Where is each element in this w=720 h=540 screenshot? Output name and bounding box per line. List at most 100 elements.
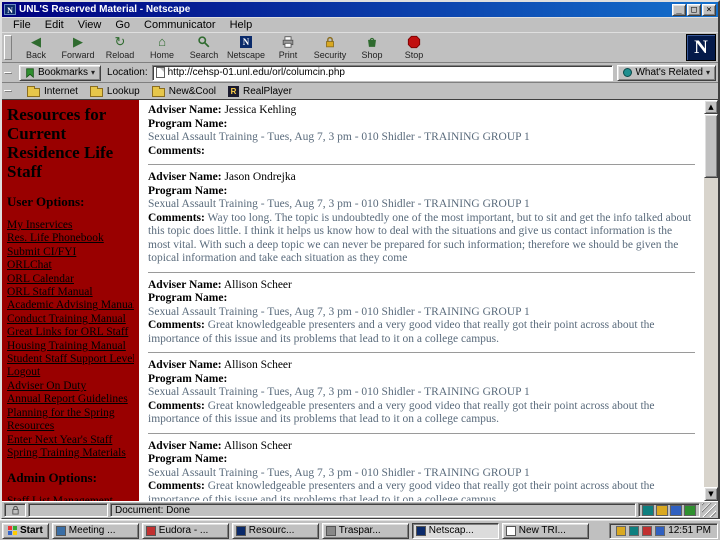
- bookmarks-button[interactable]: Bookmarks ▾: [19, 64, 102, 81]
- reload-button[interactable]: ↻ Reload: [99, 34, 141, 61]
- forward-icon: ▶: [73, 34, 83, 49]
- shop-button[interactable]: Shop: [351, 34, 393, 61]
- stop-button[interactable]: Stop: [393, 34, 435, 61]
- menu-go[interactable]: Go: [108, 18, 137, 32]
- page-title: Resources for Current Residence Life Sta…: [7, 105, 114, 181]
- sidebar-link-resources[interactable]: Resources: [7, 420, 134, 433]
- app-icon: [325, 525, 336, 536]
- personal-item-newcool[interactable]: New&Cool: [151, 85, 216, 97]
- menu-view[interactable]: View: [71, 18, 109, 32]
- location-label: Location:: [107, 67, 148, 78]
- whats-related-button[interactable]: What's Related ▾: [617, 64, 716, 81]
- netscape-logo[interactable]: N: [686, 34, 716, 61]
- admin-options-heading: Admin Options:: [7, 470, 97, 486]
- sidebar-link-orlchat[interactable]: ORLChat: [7, 259, 134, 272]
- shop-icon: [365, 35, 379, 49]
- windows-taskbar: Start Meeting ... Eudora - ... Resourc..…: [0, 520, 720, 540]
- taskbar-item-meeting[interactable]: Meeting ...: [51, 522, 139, 539]
- navigator-icon[interactable]: [642, 504, 654, 516]
- adviser-name-label: Adviser Name:: [148, 104, 222, 116]
- menu-communicator[interactable]: Communicator: [137, 18, 223, 32]
- sidebar-link-submit-ci-fyi[interactable]: Submit CI/FYI: [7, 246, 134, 259]
- network-icon[interactable]: [655, 525, 666, 536]
- window-title: UNL'S Reserved Material - Netscape: [19, 4, 191, 15]
- entry-divider: [148, 271, 695, 273]
- scroll-up-button[interactable]: ▲: [704, 100, 718, 114]
- sidebar: Resources for Current Residence Life Sta…: [2, 100, 139, 501]
- taskbar-item-eudora[interactable]: Eudora - ...: [141, 522, 229, 539]
- sidebar-link-logout[interactable]: Logout: [7, 366, 134, 379]
- page-icon[interactable]: [155, 67, 165, 78]
- url-field-container: [151, 64, 614, 81]
- home-button[interactable]: ⌂ Home: [141, 34, 183, 61]
- sidebar-link-next-years-staff[interactable]: Enter Next Year's Staff: [7, 434, 134, 447]
- mailbox-icon[interactable]: [656, 504, 668, 516]
- sidebar-link-my-inservices[interactable]: My Inservices: [7, 219, 134, 232]
- forward-button[interactable]: ▶ Forward: [57, 34, 99, 61]
- menu-help[interactable]: Help: [223, 18, 260, 32]
- netscape-n-icon: N: [240, 35, 252, 49]
- scrollbar-thumb[interactable]: [704, 114, 718, 178]
- start-button[interactable]: Start: [2, 522, 49, 539]
- sidebar-link-support-levels[interactable]: Student Staff Support Levels: [7, 353, 134, 366]
- url-input[interactable]: [167, 66, 610, 79]
- taskbar-item-resources[interactable]: Resourc...: [231, 522, 319, 539]
- maximize-button[interactable]: □: [687, 3, 701, 16]
- main-content: Adviser Name: Jessica Kehling Program Na…: [139, 100, 704, 501]
- sidebar-link-orl-staff-manual[interactable]: ORL Staff Manual: [7, 286, 134, 299]
- search-button[interactable]: Search: [183, 34, 225, 61]
- print-button[interactable]: Print: [267, 34, 309, 61]
- sidebar-link-orl-calendar[interactable]: ORL Calendar: [7, 273, 134, 286]
- adviser-name-label: Adviser Name:: [148, 171, 222, 183]
- menu-file[interactable]: File: [6, 18, 38, 32]
- sidebar-link-adviser-on-duty[interactable]: Adviser On Duty: [7, 380, 134, 393]
- feedback-entry: Adviser Name: Allison Scheer Program Nam…: [148, 440, 695, 502]
- locbar-collapse-handle[interactable]: [4, 71, 12, 74]
- taskbar-item-traspar[interactable]: Traspar...: [321, 522, 409, 539]
- minimize-button[interactable]: _: [672, 3, 686, 16]
- user-options-heading: User Options:: [7, 194, 85, 209]
- sidebar-link-spring-training[interactable]: Spring Training Materials: [7, 447, 134, 460]
- comments-text: Great knowledgeable presenters and a ver…: [148, 480, 655, 501]
- sidebar-link-housing-training[interactable]: Housing Training Manual: [7, 340, 134, 353]
- taskbar-item-new-tri[interactable]: New TRI...: [501, 522, 589, 539]
- personal-item-realplayer[interactable]: R RealPlayer: [227, 85, 292, 97]
- back-button[interactable]: ◀ Back: [15, 34, 57, 61]
- program-name: Sexual Assault Training - Tues, Aug 7, 3…: [148, 198, 530, 210]
- sidebar-link-planning-spring[interactable]: Planning for the Spring: [7, 407, 134, 420]
- personal-item-internet[interactable]: Internet: [27, 85, 78, 97]
- security-indicator[interactable]: [4, 503, 26, 517]
- folder-icon: [89, 85, 103, 97]
- windows-logo-icon: [8, 526, 17, 535]
- close-button[interactable]: ×: [702, 3, 716, 16]
- security-button[interactable]: Security: [309, 34, 351, 61]
- sidebar-link-conduct-training[interactable]: Conduct Training Manual: [7, 313, 134, 326]
- composer-icon[interactable]: [684, 504, 696, 516]
- sidebar-link-phonebook[interactable]: Res. Life Phonebook: [7, 232, 134, 245]
- netscape-button[interactable]: N Netscape: [225, 34, 267, 61]
- persbar-collapse-handle[interactable]: [4, 90, 12, 92]
- taskbar-item-netscape[interactable]: Netscap...: [411, 522, 499, 539]
- menu-edit[interactable]: Edit: [38, 18, 71, 32]
- newsgroups-icon[interactable]: [670, 504, 682, 516]
- sidebar-link-annual-report[interactable]: Annual Report Guidelines: [7, 393, 134, 406]
- sidebar-link-great-links[interactable]: Great Links for ORL Staff: [7, 326, 134, 339]
- volume-icon[interactable]: [616, 525, 627, 536]
- toolbar-collapse-handle[interactable]: [4, 35, 12, 60]
- antivirus-icon[interactable]: [642, 525, 653, 536]
- sidebar-link-academic-advising[interactable]: Academic Advising Manual: [7, 299, 134, 312]
- adviser-name: Allison Scheer: [223, 278, 292, 291]
- app-icon: [505, 525, 516, 536]
- scroll-down-button[interactable]: ▼: [704, 487, 718, 501]
- display-icon[interactable]: [629, 525, 640, 536]
- scrollbar-track[interactable]: [704, 114, 718, 487]
- resize-grip[interactable]: [702, 503, 716, 517]
- personal-toolbar: Internet Lookup New&Cool R RealPlayer: [2, 83, 718, 100]
- feedback-entry: Adviser Name: Jason Ondrejka Program Nam…: [148, 171, 695, 266]
- system-tray: 12:51 PM: [609, 522, 718, 539]
- personal-item-lookup[interactable]: Lookup: [89, 85, 140, 97]
- print-icon: [281, 35, 295, 49]
- folder-icon: [151, 85, 165, 97]
- chevron-down-icon: ▾: [705, 68, 710, 77]
- program-name: Sexual Assault Training - Tues, Aug 7, 3…: [148, 386, 530, 398]
